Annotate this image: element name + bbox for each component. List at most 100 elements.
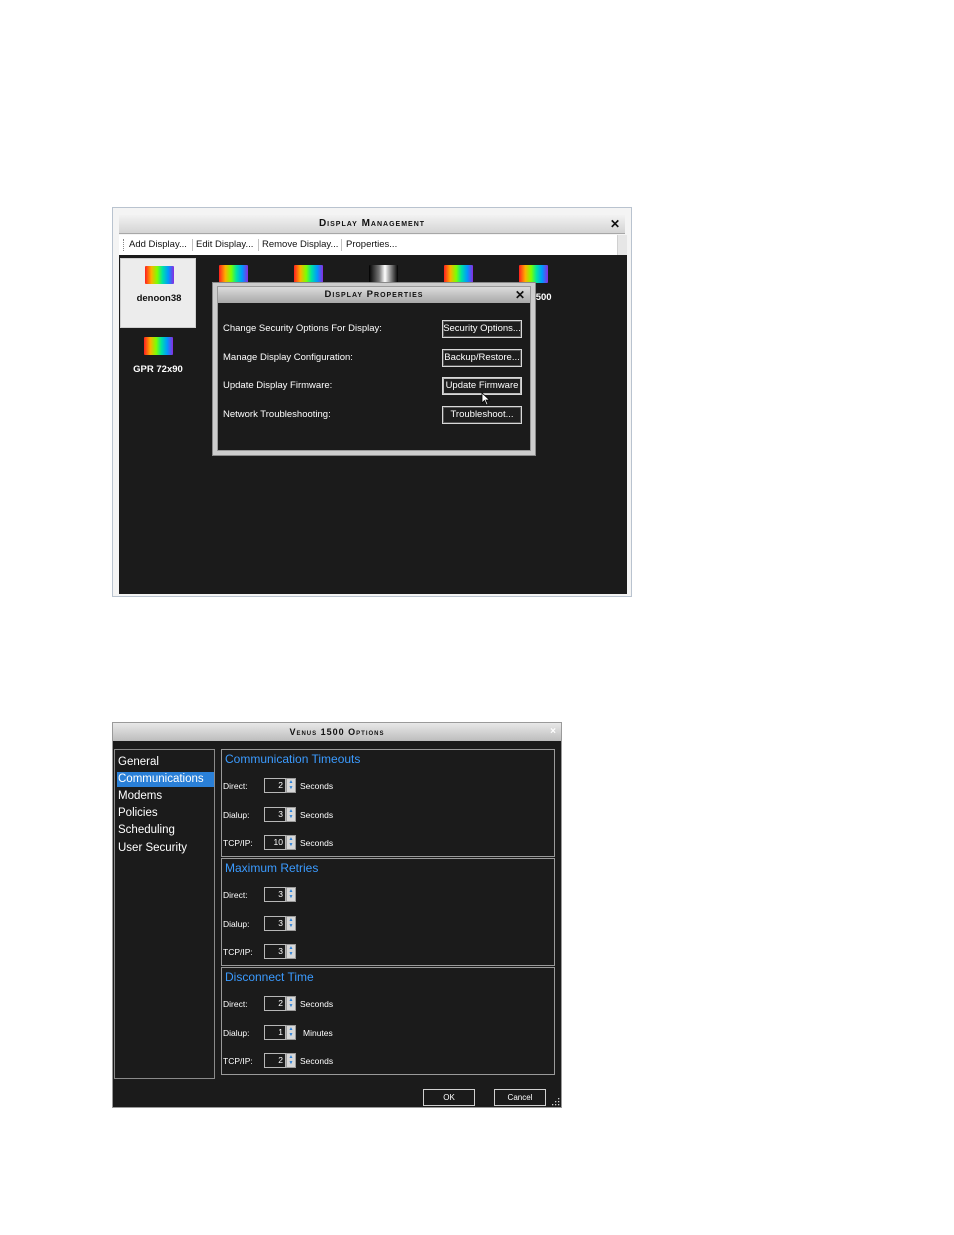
nav-item-modems[interactable]: Modems [117, 789, 214, 804]
display-icon [145, 266, 174, 284]
display-list: denoon38 de 3500 GPR 72x90 [119, 255, 627, 594]
display-icon [519, 265, 548, 283]
field-unit: Minutes [303, 1028, 333, 1038]
close-icon[interactable]: ✕ [610, 215, 621, 233]
stepper-value[interactable]: 3 [264, 944, 286, 959]
stepper-value[interactable]: 10 [264, 835, 286, 850]
display-item-gpr-72x90[interactable]: GPR 72x90 [120, 330, 196, 400]
arrow-down-icon[interactable]: ▼ [287, 951, 295, 957]
stepper-value[interactable]: 2 [264, 778, 286, 793]
remove-display-button[interactable]: Remove Display... [262, 235, 338, 255]
field-unit: Seconds [300, 781, 334, 791]
stepper-value[interactable]: 2 [264, 996, 286, 1011]
dialup-retries-stepper[interactable]: 3 ▲ ▼ [264, 916, 297, 931]
stepper-value[interactable]: 3 [264, 887, 286, 902]
direct-retries-stepper[interactable]: 3 ▲ ▼ [264, 887, 297, 902]
field-label: TCP/IP: [223, 838, 253, 848]
field-label: Dialup: [223, 1028, 250, 1038]
stepper-buttons: ▲ ▼ [286, 1025, 296, 1040]
resize-grip-icon[interactable] [552, 1098, 560, 1106]
properties-button[interactable]: Properties... [346, 235, 397, 255]
stepper-value[interactable]: 3 [264, 916, 286, 931]
display-label: denoon38 [136, 293, 182, 304]
ok-button[interactable]: OK [423, 1089, 475, 1106]
group-title: Maximum Retries [225, 861, 319, 875]
direct-disconnect-stepper[interactable]: 2 ▲ ▼ [264, 996, 297, 1011]
maximum-retries-group: Maximum Retries Direct: 3 ▲ ▼ Dialup: 3 ▲… [221, 858, 555, 966]
arrow-down-icon[interactable]: ▼ [287, 785, 295, 791]
group-title: Disconnect Time [225, 970, 314, 984]
toolbar-separator [192, 239, 193, 251]
backup-restore-button[interactable]: Backup/Restore... [442, 349, 522, 367]
field-label: Dialup: [223, 919, 250, 929]
display-icon [369, 265, 398, 283]
field-unit: Seconds [300, 1056, 334, 1066]
toolbar-separator [341, 239, 342, 251]
field-unit: Seconds [300, 999, 334, 1009]
direct-timeout-stepper[interactable]: 2 ▲ ▼ [264, 778, 297, 793]
toolbar-scrollbar[interactable] [617, 235, 627, 255]
stepper-value[interactable]: 1 [264, 1025, 286, 1040]
display-item-denoon38[interactable]: denoon38 [120, 258, 196, 328]
dialup-timeout-stepper[interactable]: 3 ▲ ▼ [264, 807, 297, 822]
display-management-titlebar[interactable]: Display Management ✕ [119, 215, 625, 234]
display-properties-title: Display Properties [324, 289, 424, 300]
arrow-down-icon[interactable]: ▼ [287, 814, 295, 820]
display-properties-panel: Display Properties ✕ Change Security Opt… [217, 286, 531, 451]
arrow-down-icon[interactable]: ▼ [287, 1032, 295, 1038]
tcpip-disconnect-stepper[interactable]: 2 ▲ ▼ [264, 1053, 297, 1068]
close-icon[interactable]: × [550, 723, 557, 741]
nav-item-communications[interactable]: Communications [117, 772, 214, 787]
stepper-buttons: ▲ ▼ [286, 944, 296, 959]
toolbar: Add Display... Edit Display... Remove Di… [119, 235, 625, 255]
venus-options-title: Venus 1500 Options [289, 727, 385, 737]
field-label: TCP/IP: [223, 947, 253, 957]
security-options-label: Change Security Options For Display: [223, 323, 382, 334]
arrow-down-icon[interactable]: ▼ [287, 1060, 295, 1066]
display-configuration-label: Manage Display Configuration: [223, 352, 353, 363]
stepper-buttons: ▲ ▼ [286, 996, 296, 1011]
nav-item-user-security[interactable]: User Security [117, 841, 214, 856]
stepper-value[interactable]: 3 [264, 807, 286, 822]
toolbar-separator [258, 239, 259, 251]
cancel-button[interactable]: Cancel [494, 1089, 546, 1106]
tcpip-retries-stepper[interactable]: 3 ▲ ▼ [264, 944, 297, 959]
venus-options-window: Venus 1500 Options × General Communicati… [112, 722, 562, 1108]
nav-item-policies[interactable]: Policies [117, 806, 214, 821]
stepper-buttons: ▲ ▼ [286, 1053, 296, 1068]
security-options-button[interactable]: Security Options... [442, 320, 522, 338]
stepper-buttons: ▲ ▼ [286, 835, 296, 850]
communication-timeouts-group: Communication Timeouts Direct: 2 ▲ ▼ Seco… [221, 749, 555, 857]
venus-options-titlebar[interactable]: Venus 1500 Options × [113, 723, 561, 741]
arrow-down-icon[interactable]: ▼ [287, 842, 295, 848]
toolbar-grip-icon [123, 239, 126, 251]
display-firmware-label: Update Display Firmware: [223, 380, 333, 391]
options-nav: General Communications Modems Policies S… [114, 749, 215, 1079]
stepper-buttons: ▲ ▼ [286, 887, 296, 902]
add-display-button[interactable]: Add Display... [129, 235, 187, 255]
stepper-value[interactable]: 2 [264, 1053, 286, 1068]
field-label: TCP/IP: [223, 1056, 253, 1066]
arrow-down-icon[interactable]: ▼ [287, 923, 295, 929]
stepper-buttons: ▲ ▼ [286, 807, 296, 822]
dialup-disconnect-stepper[interactable]: 1 ▲ ▼ [264, 1025, 297, 1040]
stepper-buttons: ▲ ▼ [286, 916, 296, 931]
display-management-title: Display Management [318, 218, 426, 229]
arrow-down-icon[interactable]: ▼ [287, 1003, 295, 1009]
troubleshoot-button[interactable]: Troubleshoot... [442, 406, 522, 424]
arrow-down-icon[interactable]: ▼ [287, 894, 295, 900]
display-icon [219, 265, 248, 283]
tcpip-timeout-stepper[interactable]: 10 ▲ ▼ [264, 835, 297, 850]
group-title: Communication Timeouts [225, 752, 361, 766]
edit-display-button[interactable]: Edit Display... [196, 235, 253, 255]
nav-item-scheduling[interactable]: Scheduling [117, 823, 214, 838]
disconnect-time-group: Disconnect Time Direct: 2 ▲ ▼ Seconds Dia… [221, 967, 555, 1075]
close-icon[interactable]: ✕ [515, 287, 526, 303]
nav-item-general[interactable]: General [117, 755, 214, 770]
field-label: Dialup: [223, 810, 250, 820]
field-label: Direct: [223, 890, 248, 900]
display-label: GPR 72x90 [133, 364, 183, 375]
display-properties-titlebar[interactable]: Display Properties ✕ [218, 287, 530, 303]
display-properties-dialog: Display Properties ✕ Change Security Opt… [212, 282, 536, 456]
field-label: Direct: [223, 999, 248, 1009]
